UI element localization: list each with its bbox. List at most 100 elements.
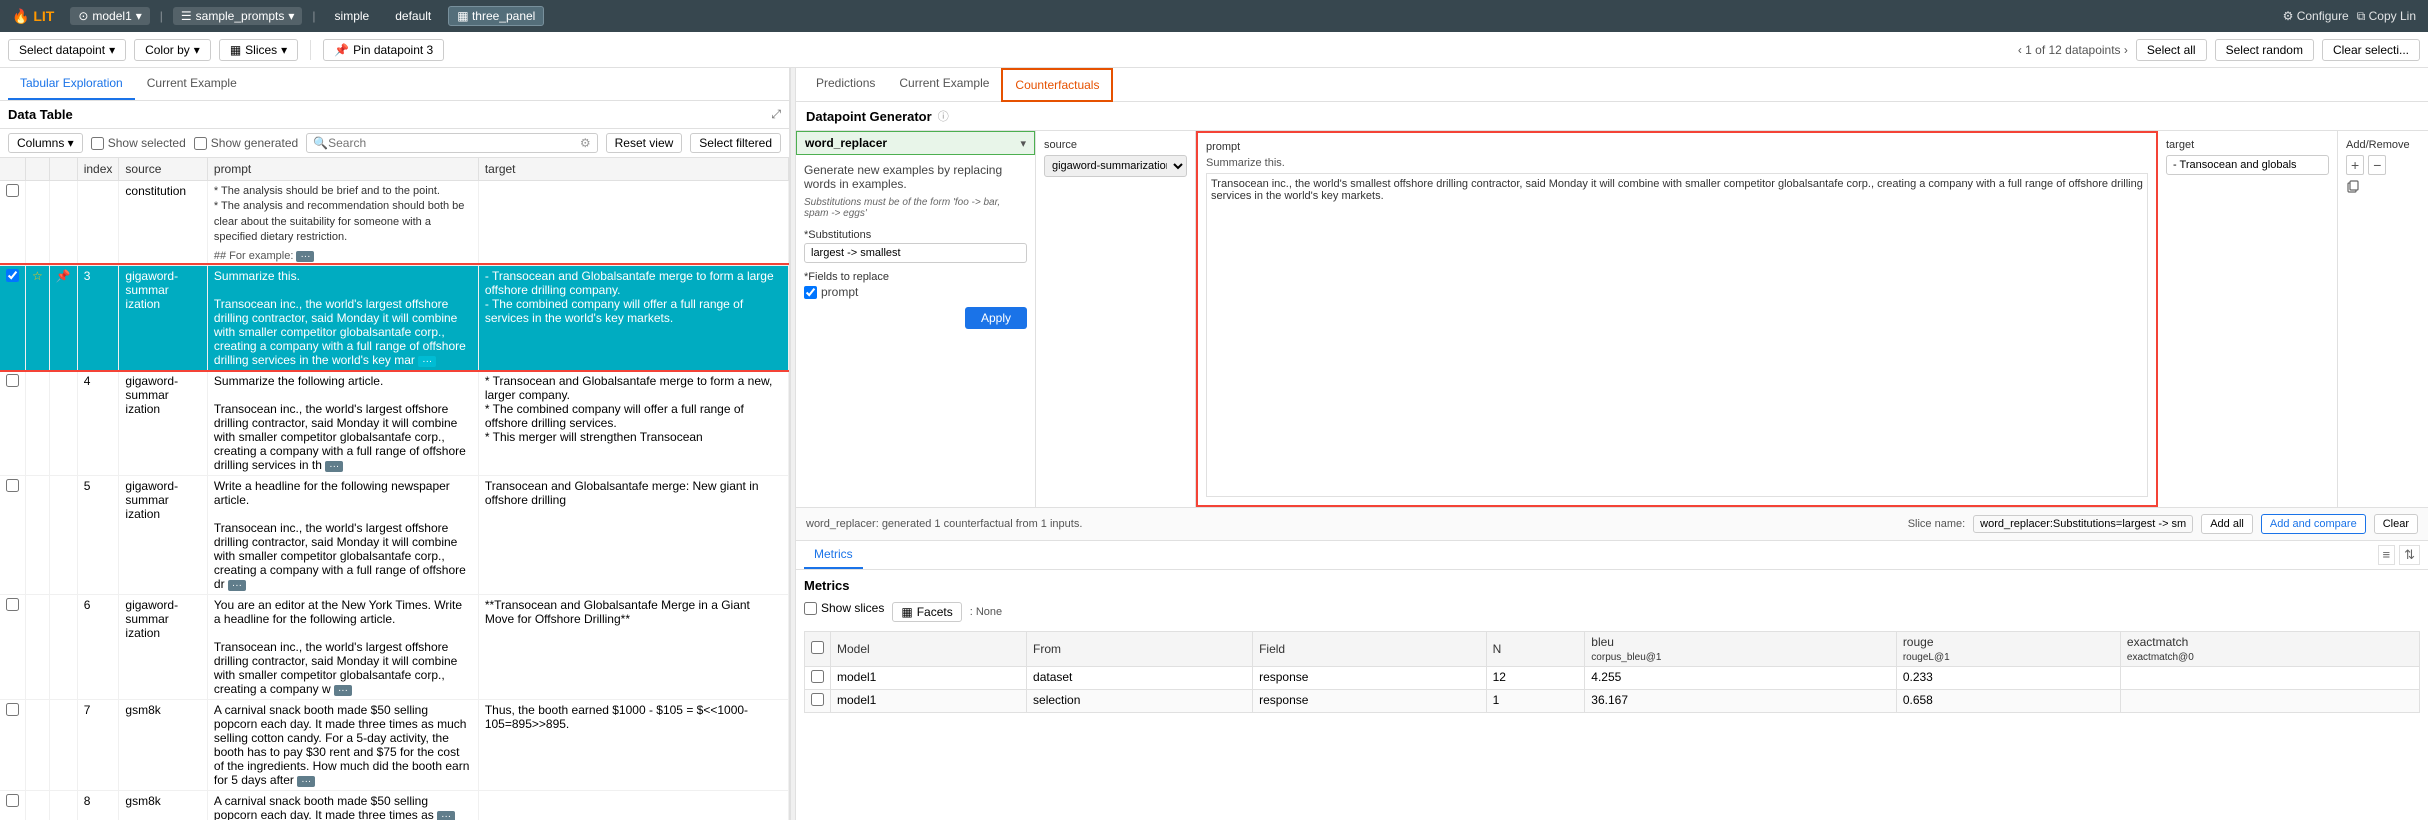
- expand-prompt-btn[interactable]: ···: [325, 461, 343, 472]
- model-icon: ⊙: [78, 9, 88, 23]
- cf-prompt-textarea[interactable]: Transocean inc., the world's smallest of…: [1206, 173, 2148, 497]
- show-slices-checkbox[interactable]: [804, 602, 817, 615]
- table-row[interactable]: constitution * The analysis should be br…: [0, 181, 789, 266]
- metrics-col-exactmatch[interactable]: exactmatchexactmatch@0: [2120, 632, 2419, 667]
- cf-source-select[interactable]: gigaword-summarization: [1044, 155, 1187, 177]
- metrics-tab[interactable]: Metrics: [804, 541, 863, 569]
- row-checkbox[interactable]: [6, 184, 19, 197]
- metrics-col-check: [805, 632, 831, 667]
- facets-btn[interactable]: ▦ Facets: [892, 602, 961, 622]
- cell-index: 3: [77, 265, 119, 370]
- expand-prompt-btn[interactable]: ···: [334, 685, 352, 696]
- slices-btn[interactable]: ▦ Slices ▾: [219, 39, 298, 61]
- select-random-btn[interactable]: Select random: [2215, 39, 2314, 61]
- cf-copy-icon[interactable]: [2346, 179, 2420, 196]
- table-row[interactable]: 5 gigaword-summarization Write a headlin…: [0, 475, 789, 594]
- metrics-row-check[interactable]: [811, 670, 824, 683]
- metrics-col-from[interactable]: From: [1027, 632, 1253, 667]
- layout-three-panel[interactable]: ▦ three_panel: [448, 6, 544, 26]
- left-panel: Tabular Exploration Current Example Data…: [0, 68, 790, 820]
- cf-target-input[interactable]: [2166, 155, 2329, 175]
- cf-fields-checkbox[interactable]: [804, 286, 817, 299]
- metrics-settings-icon[interactable]: ≡: [2378, 545, 2396, 565]
- search-settings-icon[interactable]: ⚙: [580, 136, 591, 150]
- pin-row-icon[interactable]: 📌: [56, 269, 71, 283]
- metrics-tab-row: Metrics ≡ ⇅: [796, 541, 2428, 570]
- row-checkbox[interactable]: [6, 703, 19, 716]
- color-by-chevron: ▾: [194, 43, 200, 57]
- expand-prompt-btn[interactable]: ···: [437, 811, 455, 820]
- tab-counterfactuals[interactable]: Counterfactuals: [1001, 68, 1113, 102]
- metrics-select-all[interactable]: [811, 641, 824, 654]
- cf-add-compare-btn[interactable]: Add and compare: [2261, 514, 2366, 534]
- row-checkbox[interactable]: [6, 479, 19, 492]
- columns-btn[interactable]: Columns ▾: [8, 133, 83, 153]
- cf-clear-btn[interactable]: Clear: [2374, 514, 2418, 534]
- cf-info-icon[interactable]: ⓘ: [938, 108, 949, 124]
- datapoint-nav[interactable]: ‹ 1 of 12 datapoints ›: [2018, 43, 2128, 57]
- reset-view-btn[interactable]: Reset view: [606, 133, 683, 153]
- show-slices-check[interactable]: Show slices: [804, 601, 884, 615]
- col-prompt[interactable]: prompt: [207, 158, 478, 181]
- cf-add-all-btn[interactable]: Add all: [2201, 514, 2253, 534]
- table-row[interactable]: 8 gsm8k A carnival snack booth made $50 …: [0, 790, 789, 820]
- search-box[interactable]: 🔍 ⚙: [306, 133, 597, 153]
- cf-gen-collapse-icon[interactable]: ▾: [1020, 137, 1026, 150]
- row-checkbox[interactable]: [6, 374, 19, 387]
- top-bar: 🔥 LIT ⊙ model1 ▾ | ☰ sample_prompts ▾ | …: [0, 0, 2428, 32]
- select-all-btn[interactable]: Select all: [2136, 39, 2207, 61]
- metrics-col-bleu[interactable]: bleucorpus_bleu@1: [1585, 632, 1897, 667]
- col-index[interactable]: index: [77, 158, 119, 181]
- copy-link-btn[interactable]: ⧉ Copy Lin: [2357, 9, 2416, 24]
- metrics-col-model[interactable]: Model: [831, 632, 1027, 667]
- show-selected-checkbox[interactable]: [91, 137, 104, 150]
- metrics-cell-exactmatch: [2120, 667, 2419, 690]
- cf-remove-btn[interactable]: −: [2368, 155, 2386, 175]
- metrics-row[interactable]: model1 selection response 1 36.167 0.658: [805, 690, 2420, 713]
- table-row[interactable]: 4 gigaword-summarization Summarize the f…: [0, 370, 789, 475]
- table-row[interactable]: 6 gigaword-summarization You are an edit…: [0, 594, 789, 699]
- expand-prompt-btn[interactable]: ···: [297, 776, 315, 787]
- tab-predictions[interactable]: Predictions: [804, 68, 887, 101]
- row-checkbox[interactable]: [6, 598, 19, 611]
- col-source[interactable]: source: [119, 158, 207, 181]
- configure-btn[interactable]: ⚙ Configure: [2283, 9, 2349, 23]
- cf-add-btn[interactable]: +: [2346, 155, 2364, 175]
- tab-current-example[interactable]: Current Example: [135, 68, 249, 100]
- layout-default[interactable]: default: [386, 6, 440, 26]
- expand-prompt-btn[interactable]: ···: [418, 356, 436, 367]
- metrics-columns-icon[interactable]: ⇅: [2399, 545, 2420, 565]
- expand-table-icon[interactable]: ⤢: [771, 107, 781, 122]
- metrics-col-rouge[interactable]: rougerougeL@1: [1896, 632, 2120, 667]
- expand-prompt-btn[interactable]: ···: [228, 580, 246, 591]
- cf-substitutions-input[interactable]: [804, 243, 1027, 263]
- show-generated-checkbox[interactable]: [194, 137, 207, 150]
- search-input[interactable]: [328, 136, 580, 150]
- cf-apply-btn[interactable]: Apply: [965, 307, 1027, 329]
- select-filtered-btn[interactable]: Select filtered: [690, 133, 781, 153]
- metrics-row[interactable]: model1 dataset response 12 4.255 0.233: [805, 667, 2420, 690]
- show-generated-check[interactable]: Show generated: [194, 136, 298, 150]
- tab-current-example-right[interactable]: Current Example: [887, 68, 1001, 101]
- tab-tabular-exploration[interactable]: Tabular Exploration: [8, 68, 135, 100]
- select-datapoint-btn[interactable]: Select datapoint ▾: [8, 39, 126, 61]
- expand-cell-btn[interactable]: ···: [296, 251, 314, 262]
- row-checkbox[interactable]: [6, 269, 19, 282]
- metrics-col-field[interactable]: Field: [1253, 632, 1487, 667]
- table-row-selected[interactable]: ☆ 📌 3 gigaword-summarization Summarize t…: [0, 265, 789, 370]
- dataset-selector[interactable]: ☰ sample_prompts ▾: [173, 7, 303, 25]
- row-checkbox[interactable]: [6, 794, 19, 807]
- show-selected-check[interactable]: Show selected: [91, 136, 186, 150]
- model-selector[interactable]: ⊙ model1 ▾: [70, 7, 149, 25]
- metrics-col-n[interactable]: N: [1486, 632, 1585, 667]
- sep2: |: [312, 9, 315, 23]
- color-by-btn[interactable]: Color by ▾: [134, 39, 211, 61]
- metrics-row-check[interactable]: [811, 693, 824, 706]
- data-table-container[interactable]: index source prompt target: [0, 158, 789, 820]
- table-row[interactable]: 7 gsm8k A carnival snack booth made $50 …: [0, 699, 789, 790]
- pin-datapoint-btn[interactable]: 📌 Pin datapoint 3: [323, 39, 444, 61]
- col-target[interactable]: target: [478, 158, 788, 181]
- layout-simple[interactable]: simple: [326, 6, 379, 26]
- clear-selection-btn[interactable]: Clear selecti...: [2322, 39, 2420, 61]
- star-icon[interactable]: ☆: [32, 269, 43, 283]
